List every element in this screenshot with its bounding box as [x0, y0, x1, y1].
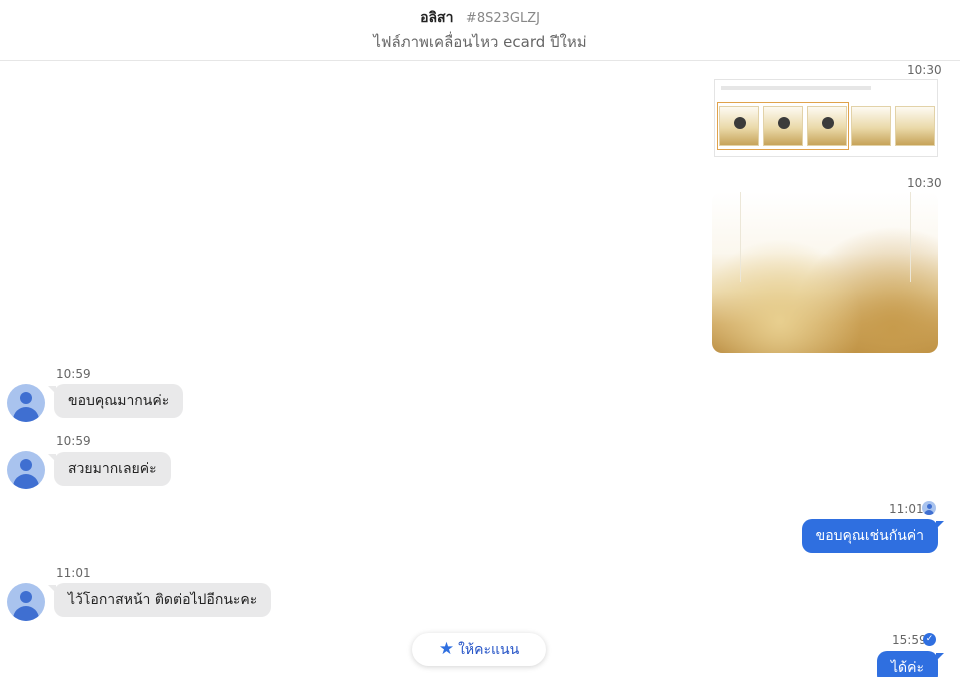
avatar-head: [20, 591, 32, 603]
message-time: 10:30: [907, 63, 942, 77]
incoming-message: ไว้โอกาสหน้า ติดต่อไปอีกนะคะ: [47, 583, 272, 617]
incoming-message: สวยมากเลยค่ะ: [48, 452, 171, 486]
sent-check-icon: ✓: [923, 633, 936, 646]
message-time: 11:01: [889, 502, 924, 516]
avatar-body: [13, 474, 39, 489]
image-detail: [719, 106, 759, 146]
message-time: 10:59: [56, 367, 91, 381]
image-detail: [910, 192, 911, 282]
image-detail: [763, 106, 803, 146]
outgoing-message: ขอบคุณเช่นกันค่า: [801, 519, 945, 553]
avatar-head: [20, 459, 32, 471]
avatar-body: [924, 510, 934, 515]
chat-header: อลิสา #8S23GLZJ ไฟล์ภาพเคลื่อนไหว ecard …: [0, 0, 960, 61]
order-code[interactable]: #8S23GLZJ: [466, 11, 540, 26]
rate-button[interactable]: ★ ให้คะแนน: [412, 633, 546, 666]
image-detail: [778, 117, 790, 129]
rate-button-label: ให้คะแนน: [458, 642, 520, 658]
contact-name: อลิสา: [420, 10, 454, 26]
image-attachment[interactable]: [714, 79, 938, 157]
avatar-body: [13, 606, 39, 621]
star-icon: ★: [438, 639, 455, 659]
message-time: 10:59: [56, 434, 91, 448]
read-receipt-avatar-icon: [922, 501, 936, 515]
message-time: 11:01: [56, 566, 91, 580]
contact-avatar[interactable]: [7, 384, 45, 422]
image-detail: [807, 106, 847, 146]
outgoing-message: ได้ค่ะ: [876, 651, 945, 677]
image-detail: [734, 117, 746, 129]
image-attachment[interactable]: [712, 192, 938, 353]
incoming-message: ขอบคุณมากนค่ะ: [47, 384, 184, 418]
message-time: 10:30: [907, 176, 942, 190]
image-detail: [740, 192, 741, 282]
contact-avatar[interactable]: [7, 583, 45, 621]
avatar-head: [20, 392, 32, 404]
avatar-body: [13, 407, 39, 422]
header-title-row: อลิสา #8S23GLZJ: [0, 7, 960, 29]
image-detail: [851, 106, 891, 146]
chat-subtitle: ไฟล์ภาพเคลื่อนไหว ecard ปีใหม่: [373, 33, 587, 51]
image-detail: [822, 117, 834, 129]
message-time: 15:59: [892, 633, 927, 647]
contact-avatar[interactable]: [7, 451, 45, 489]
image-detail: [721, 86, 871, 90]
avatar-head: [927, 504, 932, 509]
image-detail: [895, 106, 935, 146]
